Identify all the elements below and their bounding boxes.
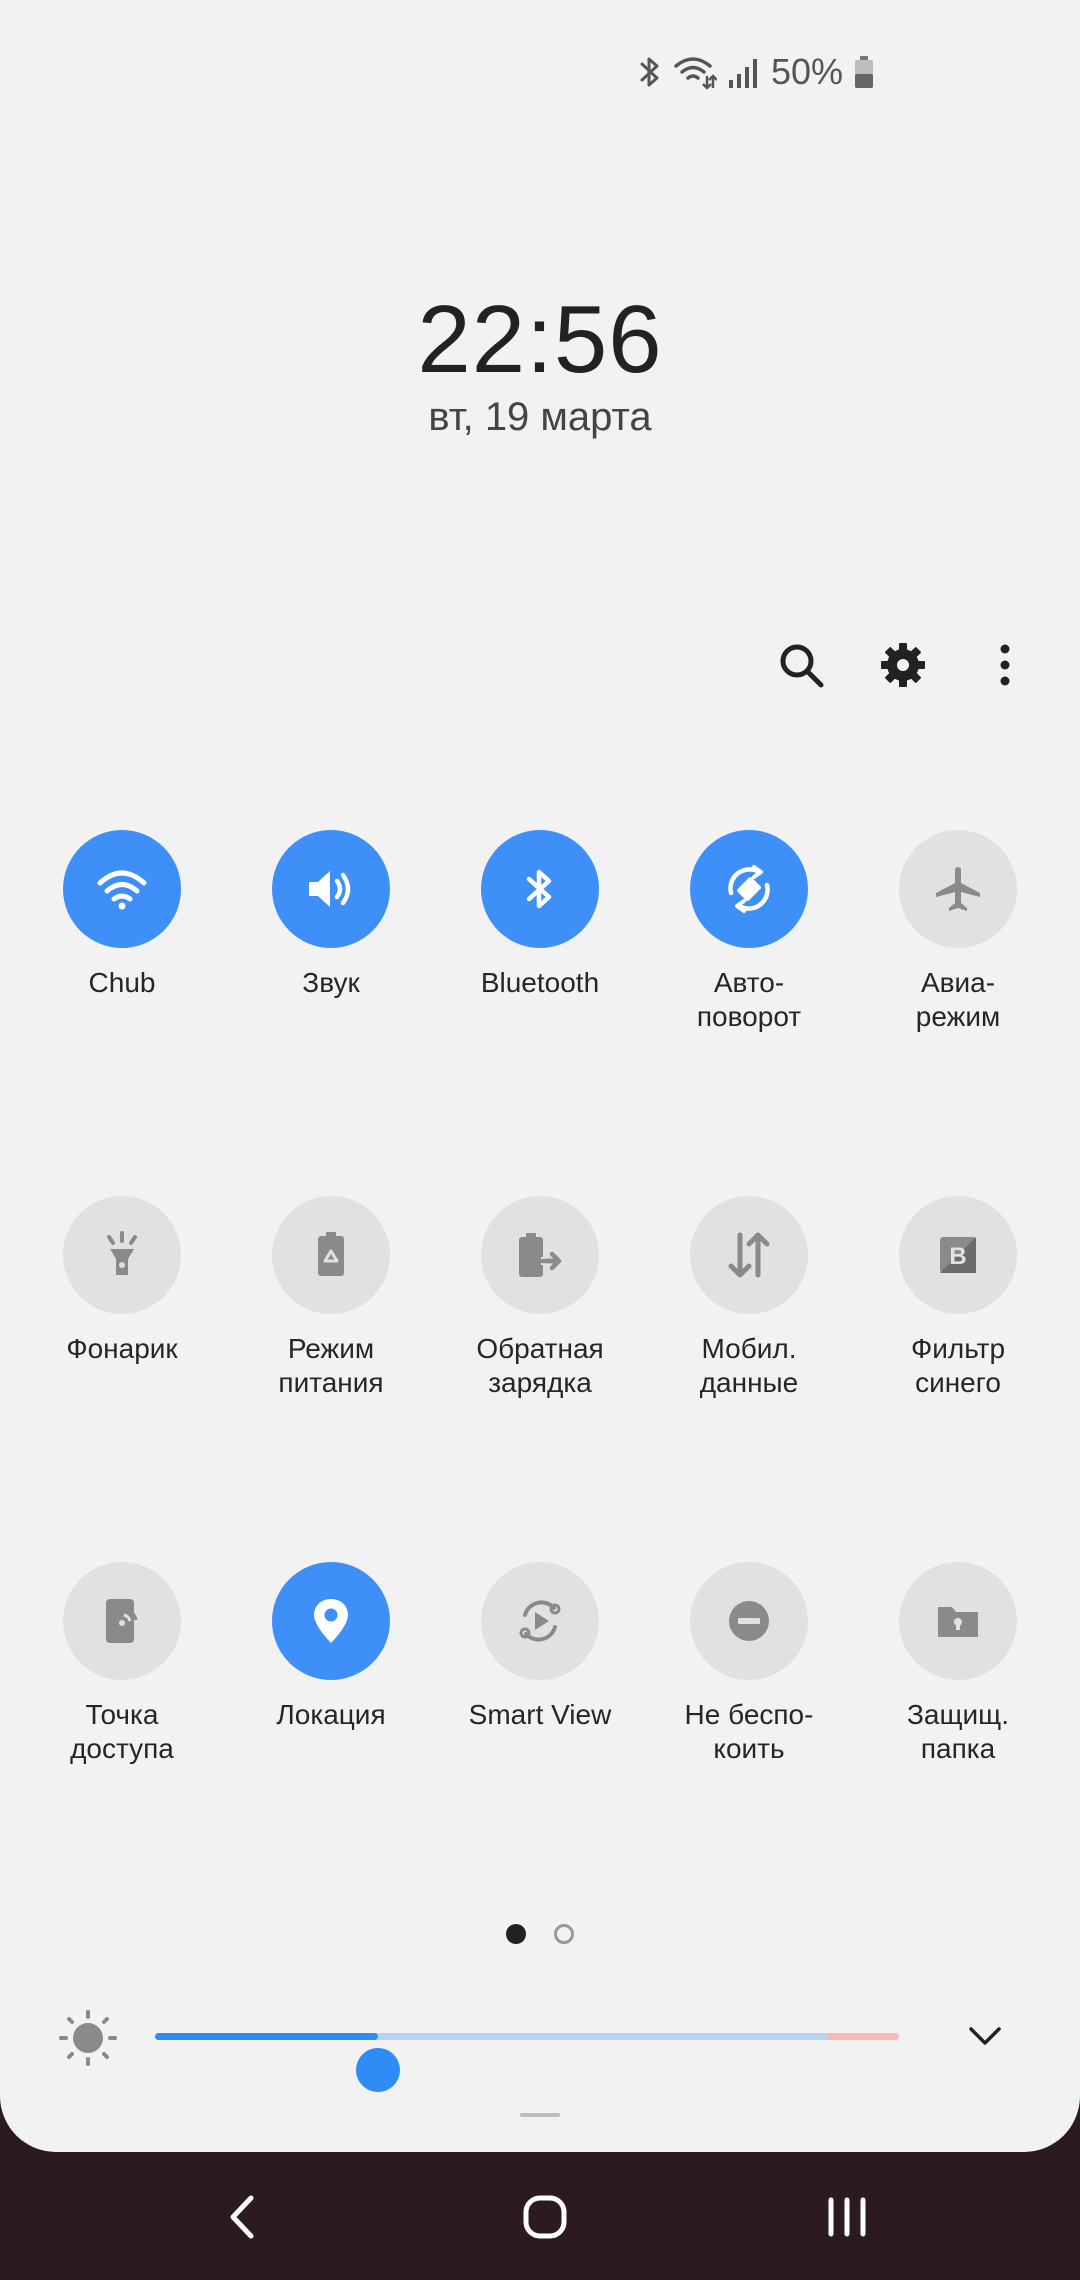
tile-secure-folder[interactable]: Защищ. папка <box>854 1562 1063 1928</box>
airplane-icon[interactable] <box>899 830 1017 948</box>
chevron-down-icon[interactable] <box>965 2015 1005 2060</box>
quick-panel: 50% 22:56 вт, 19 марта Chub Звук Bluetoo… <box>0 0 1080 2152</box>
tile-airplane[interactable]: Авиа- режим <box>854 830 1063 1196</box>
panel-actions <box>776 640 1030 690</box>
recents-icon[interactable] <box>812 2182 882 2252</box>
volume-icon[interactable] <box>272 830 390 948</box>
battery-saver-icon[interactable] <box>272 1196 390 1314</box>
wifi-icon <box>673 54 717 90</box>
gear-icon[interactable] <box>878 640 928 690</box>
tile-label: Защищ. папка <box>907 1699 1009 1764</box>
brightness-thumb[interactable] <box>356 2048 401 2092</box>
tile-power-mode[interactable]: Режим питания <box>227 1196 436 1562</box>
tile-wifi[interactable]: Chub <box>18 830 227 1196</box>
status-bar: 50% <box>637 48 875 96</box>
tile-label: Фонарик <box>66 1333 178 1364</box>
tile-label: Фильтр синего <box>910 1333 1006 1398</box>
brightness-sun-icon <box>58 2010 118 2071</box>
clock-date: вт, 19 марта <box>428 395 652 439</box>
tile-label: Звук <box>302 967 360 998</box>
tile-location[interactable]: Локация <box>227 1562 436 1928</box>
tile-sound[interactable]: Звук <box>227 830 436 1196</box>
more-vertical-icon[interactable] <box>980 640 1030 690</box>
tile-label: Chub <box>88 967 156 998</box>
tile-label: Не беспо- коить <box>684 1699 814 1764</box>
do-not-disturb-icon[interactable] <box>690 1562 808 1680</box>
brightness-fill <box>155 2033 379 2040</box>
battery-icon <box>853 54 875 90</box>
tile-blue-filter[interactable]: B Фильтр синего <box>854 1196 1063 1562</box>
search-icon[interactable] <box>776 640 826 690</box>
home-icon[interactable] <box>510 2182 580 2252</box>
battery-percent: 50% <box>770 51 843 92</box>
bluetooth-icon <box>637 54 663 90</box>
page-indicator <box>0 1924 1080 1944</box>
secure-folder-icon[interactable] <box>899 1562 1017 1680</box>
smart-view-icon[interactable] <box>481 1562 599 1680</box>
tile-bluetooth[interactable]: Bluetooth <box>436 830 645 1196</box>
bluetooth-icon[interactable] <box>481 830 599 948</box>
tile-label: Мобил. данные <box>699 1333 799 1398</box>
signal-icon <box>727 54 759 90</box>
tile-dnd[interactable]: Не беспо- коить <box>645 1562 854 1928</box>
tile-label: Авиа- режим <box>915 967 1001 1032</box>
tile-hotspot[interactable]: Точка доступа <box>18 1562 227 1928</box>
navigation-bar <box>0 2152 1080 2280</box>
clock-time: 22:56 <box>417 286 663 393</box>
tile-flashlight[interactable]: Фонарик <box>18 1196 227 1562</box>
wireless-powershare-icon[interactable] <box>481 1196 599 1314</box>
location-pin-icon[interactable] <box>272 1562 390 1680</box>
hotspot-icon[interactable] <box>63 1562 181 1680</box>
tile-label: Точка доступа <box>70 1699 174 1764</box>
wifi-icon[interactable] <box>63 830 181 948</box>
tile-label: Авто- поворот <box>696 967 802 1032</box>
page-dot-2[interactable] <box>554 1924 574 1944</box>
tile-mobile-data[interactable]: Мобил. данные <box>645 1196 854 1562</box>
drag-handle[interactable] <box>520 2113 560 2117</box>
tile-reverse-charge[interactable]: Обратная зарядка <box>436 1196 645 1562</box>
tile-label: Локация <box>276 1699 386 1730</box>
brightness-warm-segment <box>827 2033 899 2040</box>
tile-autorotate[interactable]: Авто- поворот <box>645 830 854 1196</box>
back-icon[interactable] <box>208 2182 278 2252</box>
flashlight-icon[interactable] <box>63 1196 181 1314</box>
brightness-slider[interactable] <box>155 2033 899 2092</box>
svg-text:B: B <box>949 1243 966 1270</box>
tile-label: Обратная зарядка <box>476 1333 604 1398</box>
tile-smart-view[interactable]: Smart View <box>436 1562 645 1928</box>
tile-label: Smart View <box>468 1699 612 1730</box>
quick-settings-grid: Chub Звук Bluetooth Авто- поворот Авиа- режи… <box>0 830 1080 1928</box>
page-dot-1[interactable] <box>506 1924 526 1944</box>
rotate-icon[interactable] <box>690 830 808 948</box>
tile-label: Bluetooth <box>480 967 600 998</box>
data-arrows-icon[interactable] <box>690 1196 808 1314</box>
brightness-bar <box>0 2000 1080 2092</box>
tile-label: Режим питания <box>278 1333 384 1398</box>
blue-light-filter-icon[interactable]: B <box>899 1196 1017 1314</box>
